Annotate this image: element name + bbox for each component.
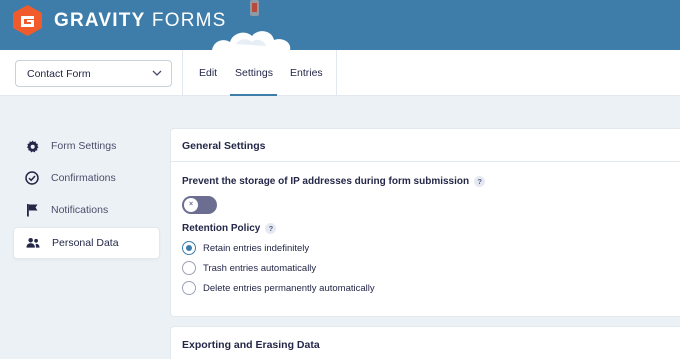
form-selector[interactable]: Contact Form <box>15 60 172 87</box>
radio-button[interactable] <box>182 241 196 255</box>
sidebar-item-label: Notifications <box>51 204 109 216</box>
active-tab-indicator <box>230 94 277 96</box>
flag-icon <box>25 203 39 217</box>
gear-icon <box>25 139 39 153</box>
retention-policy-label: Retention Policy ? <box>182 223 277 234</box>
sidebar-item-form-settings[interactable]: Form Settings <box>13 130 160 162</box>
sidebar-item-confirmations[interactable]: Confirmations <box>13 162 160 194</box>
help-icon[interactable]: ? <box>474 176 486 187</box>
top-header: GRAVITY FORMS <box>0 0 680 50</box>
tab-settings[interactable]: Settings <box>235 67 273 79</box>
sidebar-item-notifications[interactable]: Notifications <box>13 194 160 226</box>
radio-trash-automatically[interactable]: Trash entries automatically <box>182 261 316 275</box>
ip-storage-toggle[interactable]: × <box>182 196 217 214</box>
tab-entries[interactable]: Entries <box>290 67 323 79</box>
sidebar-item-label: Confirmations <box>51 172 116 184</box>
panel-title: Exporting and Erasing Data <box>182 339 320 351</box>
sidebar-item-label: Form Settings <box>51 140 117 152</box>
form-selector-value: Contact Form <box>27 68 91 80</box>
help-icon[interactable]: ? <box>265 223 277 234</box>
chevron-down-icon <box>152 70 162 76</box>
gravity-forms-logo: GRAVITY FORMS <box>13 5 227 36</box>
general-settings-panel: General Settings Prevent the storage of … <box>170 128 680 317</box>
gravity-forms-logo-icon <box>13 5 42 36</box>
radio-label: Trash entries automatically <box>203 262 317 274</box>
radio-button[interactable] <box>182 281 196 295</box>
sidebar-item-label: Personal Data <box>52 237 119 249</box>
exporting-erasing-panel: Exporting and Erasing Data <box>170 326 680 359</box>
users-icon <box>26 236 40 250</box>
sidebar-item-personal-data[interactable]: Personal Data <box>13 227 160 259</box>
form-toolbar: Contact Form Edit Settings Entries <box>0 50 680 96</box>
radio-label: Retain entries indefinitely <box>203 242 310 254</box>
radio-label: Delete entries permanently automatically <box>203 282 375 294</box>
radio-button[interactable] <box>182 261 196 275</box>
toolbar-divider <box>336 50 337 96</box>
rocket-launch-illustration <box>212 0 291 50</box>
tab-edit[interactable]: Edit <box>199 67 217 79</box>
toolbar-divider <box>182 50 183 96</box>
ip-storage-label: Prevent the storage of IP addresses duri… <box>182 176 486 187</box>
radio-retain-indefinitely[interactable]: Retain entries indefinitely <box>182 241 309 255</box>
radio-delete-permanently[interactable]: Delete entries permanently automatically <box>182 281 375 295</box>
toggle-knob: × <box>184 198 198 212</box>
panel-title: General Settings <box>171 129 680 162</box>
check-circle-icon <box>25 171 39 185</box>
